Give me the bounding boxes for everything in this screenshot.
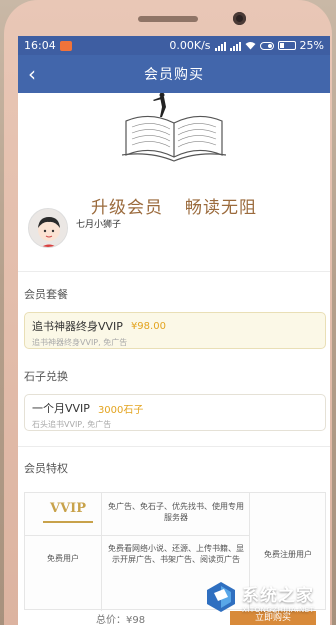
watermark: 系统之家 XITONGZHIJIA.NET	[204, 577, 330, 617]
title-bar: ‹ 会员购买	[18, 55, 330, 93]
phone-top-bezel	[4, 0, 332, 36]
network-speed: 0.00K/s	[169, 39, 211, 52]
watermark-title: 系统之家	[242, 585, 314, 606]
divider	[18, 271, 330, 272]
avatar-illustration	[29, 209, 67, 247]
plan-price: ¥98.00	[130, 320, 166, 332]
table-divider	[25, 535, 249, 536]
avatar[interactable]	[28, 208, 68, 248]
free-user-description: 免费看网络小说、还源、上传书籍、显示开屏广告、书架广告、阅读页广告	[108, 544, 244, 564]
status-bar: 16:04 0.00K/s 25%	[18, 36, 330, 55]
vvip-description: 免广告、免石子、优先找书、使用专用服务器	[108, 502, 244, 522]
free-user-label: 免费用户	[47, 554, 79, 563]
stone-section-label: 石子兑换	[24, 370, 68, 383]
stone-plan-subtitle: 石头追书VVIP, 免广告	[32, 420, 112, 429]
watermark-url: XITONGZHIJIA.NET	[242, 605, 315, 614]
hero-banner: 升级会员 畅读无阻	[18, 93, 330, 218]
username: 七月小狮子	[76, 219, 122, 230]
notification-icon	[59, 40, 72, 51]
slogan-part2: 畅读无阻	[185, 198, 257, 218]
table-divider	[101, 493, 102, 611]
status-time: 16:04	[24, 39, 56, 52]
privileges-section-label: 会员特权	[24, 462, 68, 475]
divider	[18, 446, 330, 447]
toggle-icon	[259, 41, 274, 50]
plan-name: 追书神器终身VVIP	[32, 320, 123, 333]
membership-plan-card[interactable]: 追书神器终身VVIP ¥98.00 追书神器终身VVIP, 免广告	[24, 312, 326, 349]
user-info: 七月小狮子	[28, 208, 121, 248]
open-book-icon	[122, 93, 226, 162]
membership-section-label: 会员套餐	[24, 288, 68, 301]
stone-plan-price: 3000石子	[97, 404, 144, 416]
wifi-icon	[245, 42, 256, 50]
signal-icon	[214, 41, 226, 51]
battery-icon	[277, 41, 296, 50]
register-user-label: 免费注册用户	[264, 550, 312, 559]
page-title: 会员购买	[144, 67, 204, 83]
front-camera	[233, 12, 246, 25]
stone-plan-card[interactable]: 一个月VVIP 3000石子 石头追书VVIP, 免广告	[24, 394, 326, 431]
vvip-logo: VVIP	[43, 501, 93, 523]
signal-icon-2	[229, 41, 241, 51]
chevron-left-icon[interactable]: ‹	[28, 64, 48, 85]
watermark-logo	[207, 582, 235, 612]
screen: 16:04 0.00K/s 25% ‹ 会员购买 升级会员 畅读无阻 七月小狮子…	[18, 36, 330, 625]
plan-subtitle: 追书神器终身VVIP, 免广告	[32, 338, 128, 347]
battery-percent: 25%	[299, 39, 324, 52]
phone-frame: 16:04 0.00K/s 25% ‹ 会员购买 升级会员 畅读无阻 七月小狮子…	[4, 0, 332, 625]
stone-plan-name: 一个月VVIP	[32, 402, 90, 415]
earpiece	[138, 16, 198, 22]
